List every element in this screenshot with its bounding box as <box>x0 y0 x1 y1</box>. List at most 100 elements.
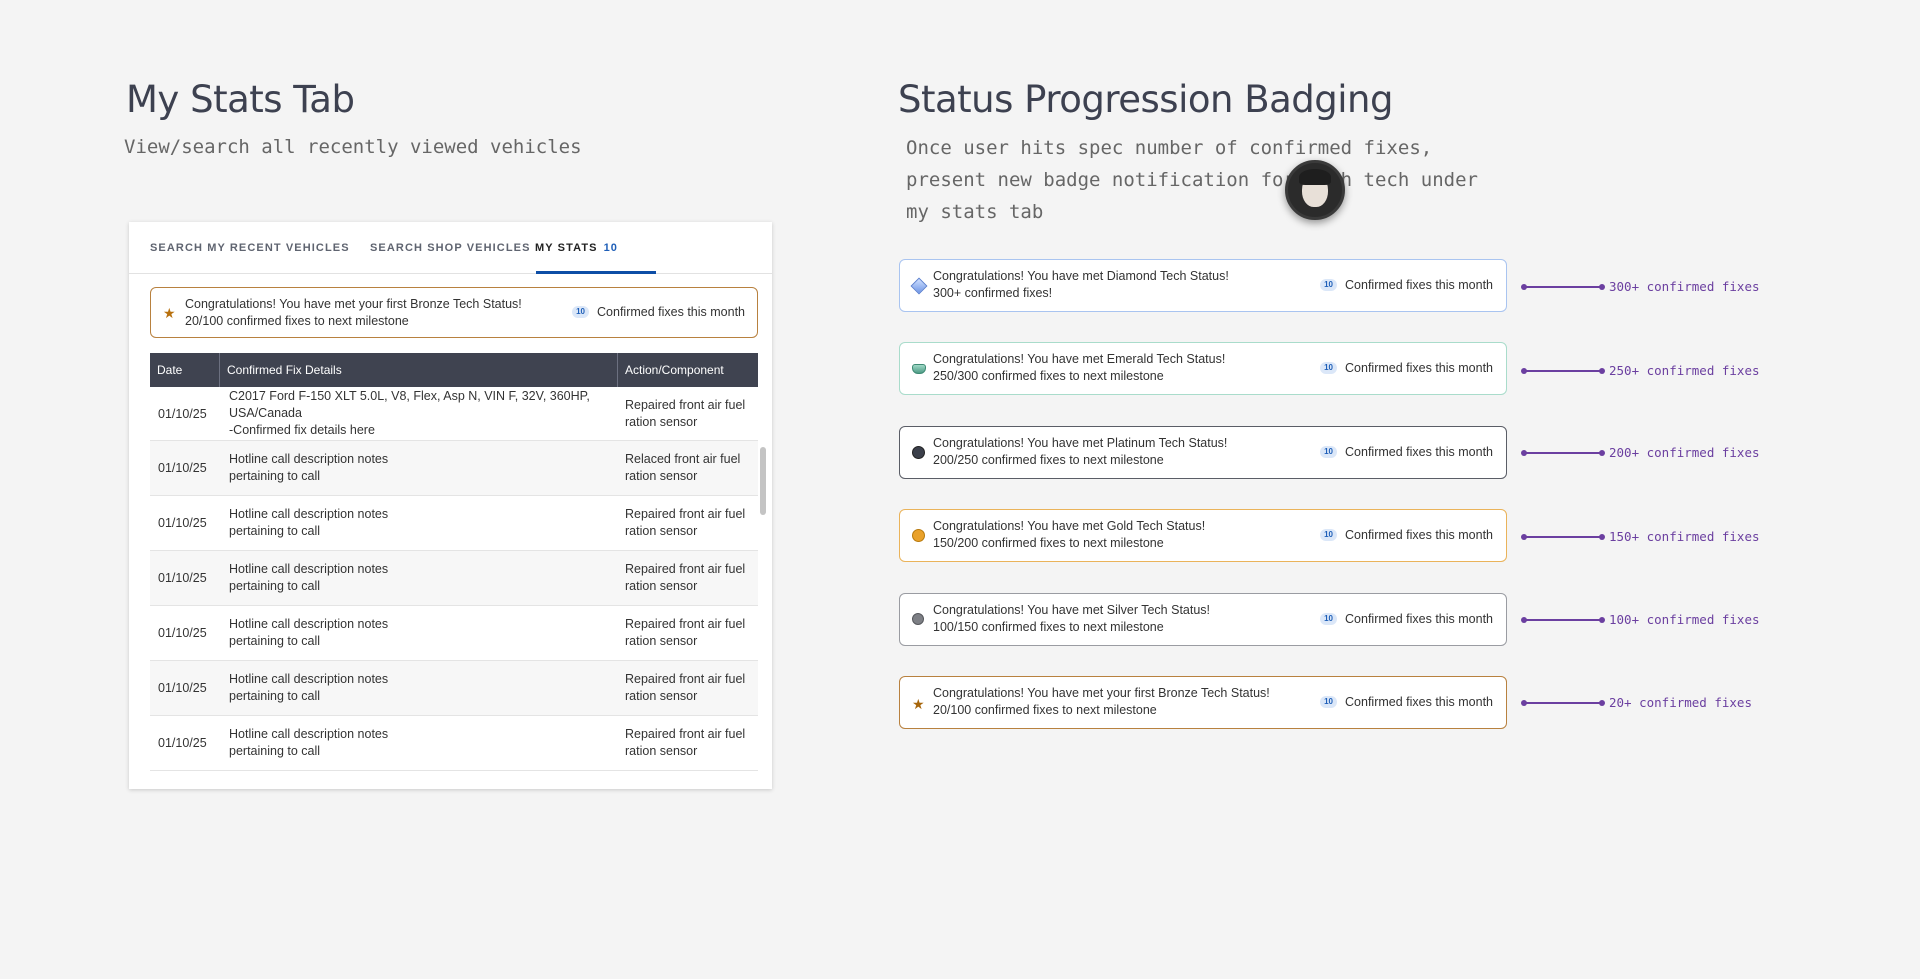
confirmed-fixes-label: Confirmed fixes this month <box>1345 361 1493 375</box>
table-row[interactable]: 01/10/25 C2017 Ford F-150 XLT 5.0L, V8, … <box>150 387 758 441</box>
cell-date: 01/10/25 <box>158 406 207 421</box>
connector-line <box>1521 450 1605 456</box>
fix-count-pill: 10 <box>1320 529 1338 541</box>
badge-line-1: Congratulations! You have met Emerald Te… <box>933 352 1226 366</box>
cell-action: Relaced front air fuel ration sensor <box>625 452 741 483</box>
alert-line-2: 20/100 confirmed fixes to next milestone <box>185 314 409 328</box>
silver-status-badge: Congratulations! You have met Silver Tec… <box>899 593 1507 646</box>
milestone-label-100: 100+ confirmed fixes <box>1609 612 1760 627</box>
tab-search-shop-vehicles[interactable]: SEARCH SHOP VEHICLES <box>370 222 531 274</box>
confirmed-fixes-summary: 10 Confirmed fixes this month <box>1320 528 1493 542</box>
tab-count-badge: 10 <box>603 242 619 254</box>
badge-message: Congratulations! You have met Emerald Te… <box>933 351 1225 385</box>
page-title-badging: Status Progression Badging <box>898 78 1393 121</box>
table-row[interactable]: 01/10/25 Hotline call description notes … <box>150 606 758 661</box>
user-avatar[interactable] <box>1285 160 1345 220</box>
badge-line-1: Congratulations! You have met Platinum T… <box>933 436 1228 450</box>
fix-count-pill: 10 <box>1320 613 1338 625</box>
diamond-status-badge: Congratulations! You have met Diamond Te… <box>899 259 1507 312</box>
confirmed-fixes-label: Confirmed fixes this month <box>1345 278 1493 292</box>
cell-action: Repaired front air fuel ration sensor <box>625 617 746 648</box>
table-row[interactable]: 01/10/25 Hotline call description notes … <box>150 551 758 606</box>
confirmed-fixes-summary: 10 Confirmed fixes this month <box>1320 612 1493 626</box>
cell-action: Repaired front air fuel ration sensor <box>625 727 746 758</box>
alert-message: Congratulations! You have met your first… <box>185 296 522 330</box>
table-header: Date Confirmed Fix Details Action/Compon… <box>150 353 758 387</box>
column-header-details[interactable]: Confirmed Fix Details <box>220 353 618 387</box>
badge-message: Congratulations! You have met Platinum T… <box>933 435 1227 469</box>
badge-line-1: Congratulations! You have met Diamond Te… <box>933 269 1229 283</box>
column-header-action[interactable]: Action/Component <box>618 353 758 387</box>
milestone-label-150: 150+ confirmed fixes <box>1609 529 1760 544</box>
badge-message: Congratulations! You have met Gold Tech … <box>933 518 1205 552</box>
confirmed-fixes-label: Confirmed fixes this month <box>1345 695 1493 709</box>
badge-line-2: 300+ confirmed fixes! <box>933 286 1053 300</box>
cell-details: Hotline call description notes pertainin… <box>229 672 389 703</box>
badge-line-2: 150/200 confirmed fixes to next mileston… <box>933 536 1164 550</box>
alert-line-1: Congratulations! You have met your first… <box>185 297 522 311</box>
badge-message: Congratulations! You have met your first… <box>933 685 1270 719</box>
fix-count-pill: 10 <box>1320 362 1338 374</box>
confirmed-fixes-summary: 10 Confirmed fixes this month <box>572 305 745 319</box>
tab-bar: SEARCH MY RECENT VEHICLES SEARCH SHOP VE… <box>129 222 772 274</box>
connector-line <box>1521 368 1605 374</box>
confirmed-fixes-label: Confirmed fixes this month <box>1345 612 1493 626</box>
table-row[interactable]: 01/10/25 Hotline call description notes … <box>150 441 758 496</box>
milestone-label-200: 200+ confirmed fixes <box>1609 445 1760 460</box>
confirmed-fixes-summary: 10 Confirmed fixes this month <box>1320 695 1493 709</box>
fix-count-pill: 10 <box>1320 279 1338 291</box>
cell-date: 01/10/25 <box>158 736 207 750</box>
gold-status-badge: Congratulations! You have met Gold Tech … <box>899 509 1507 562</box>
fix-count-pill: 10 <box>572 306 590 318</box>
connector-line <box>1521 700 1605 706</box>
tab-label: MY STATS <box>535 242 598 254</box>
tab-label: SEARCH SHOP VEHICLES <box>370 242 531 254</box>
cell-date: 01/10/25 <box>158 461 207 475</box>
diamond-icon <box>910 277 928 295</box>
confirmed-fixes-label: Confirmed fixes this month <box>1345 445 1493 459</box>
fix-count-pill: 10 <box>1320 696 1338 708</box>
gold-icon <box>912 529 926 543</box>
fix-count-pill: 10 <box>1320 446 1338 458</box>
silver-icon <box>912 613 926 627</box>
badge-line-2: 20/100 confirmed fixes to next milestone <box>933 703 1157 717</box>
page-title-my-stats: My Stats Tab <box>126 78 355 121</box>
cell-date: 01/10/25 <box>158 571 207 585</box>
column-header-date[interactable]: Date <box>150 353 220 387</box>
bronze-status-alert: ★ Congratulations! You have met your fir… <box>150 287 758 338</box>
cell-details: Hotline call description notes pertainin… <box>229 507 389 538</box>
confirmed-fixes-label: Confirmed fixes this month <box>1345 528 1493 542</box>
cell-date: 01/10/25 <box>158 626 207 640</box>
table-row[interactable]: 01/10/25 Hotline call description notes … <box>150 661 758 716</box>
badge-line-2: 200/250 confirmed fixes to next mileston… <box>933 453 1164 467</box>
bronze-status-badge: ★ Congratulations! You have met your fir… <box>899 676 1507 729</box>
confirmed-fixes-summary: 10 Confirmed fixes this month <box>1320 445 1493 459</box>
tab-label: SEARCH MY RECENT VEHICLES <box>150 242 350 254</box>
badge-message: Congratulations! You have met Diamond Te… <box>933 268 1229 302</box>
table-row[interactable]: 01/10/25 Hotline call description notes … <box>150 716 758 771</box>
cell-details: Hotline call description notes pertainin… <box>229 452 389 483</box>
confirmed-fixes-table: Date Confirmed Fix Details Action/Compon… <box>150 353 758 771</box>
table-scrollbar[interactable] <box>760 447 766 515</box>
cell-details: Hotline call description notes pertainin… <box>229 617 389 648</box>
badging-description: Once user hits spec number of confirmed … <box>906 137 1478 223</box>
tab-search-my-recent-vehicles[interactable]: SEARCH MY RECENT VEHICLES <box>150 222 350 274</box>
confirmed-fixes-label: Confirmed fixes this month <box>597 305 745 319</box>
badge-line-2: 250/300 confirmed fixes to next mileston… <box>933 369 1164 383</box>
connector-line <box>1521 617 1605 623</box>
page-subtitle-my-stats: View/search all recently viewed vehicles <box>124 136 582 158</box>
table-body: 01/10/25 C2017 Ford F-150 XLT 5.0L, V8, … <box>150 387 758 771</box>
connector-line <box>1521 284 1605 290</box>
table-row[interactable]: 01/10/25 Hotline call description notes … <box>150 496 758 551</box>
milestone-label-20: 20+ confirmed fixes <box>1609 695 1752 710</box>
tab-my-stats[interactable]: MY STATS 10 <box>535 222 618 274</box>
cell-action: Repaired front air fuel ration sensor <box>625 507 746 538</box>
badge-line-1: Congratulations! You have met your first… <box>933 686 1270 700</box>
cell-details: C2017 Ford F-150 XLT 5.0L, V8, Flex, Asp… <box>229 389 590 437</box>
connector-line <box>1521 534 1605 540</box>
cell-details: Hotline call description notes pertainin… <box>229 562 389 593</box>
cell-details: Hotline call description notes pertainin… <box>229 727 389 758</box>
confirmed-fixes-summary: 10 Confirmed fixes this month <box>1320 361 1493 375</box>
badge-line-1: Congratulations! You have met Gold Tech … <box>933 519 1206 533</box>
cell-action: Repaired front air fuel ration sensor <box>625 562 746 593</box>
